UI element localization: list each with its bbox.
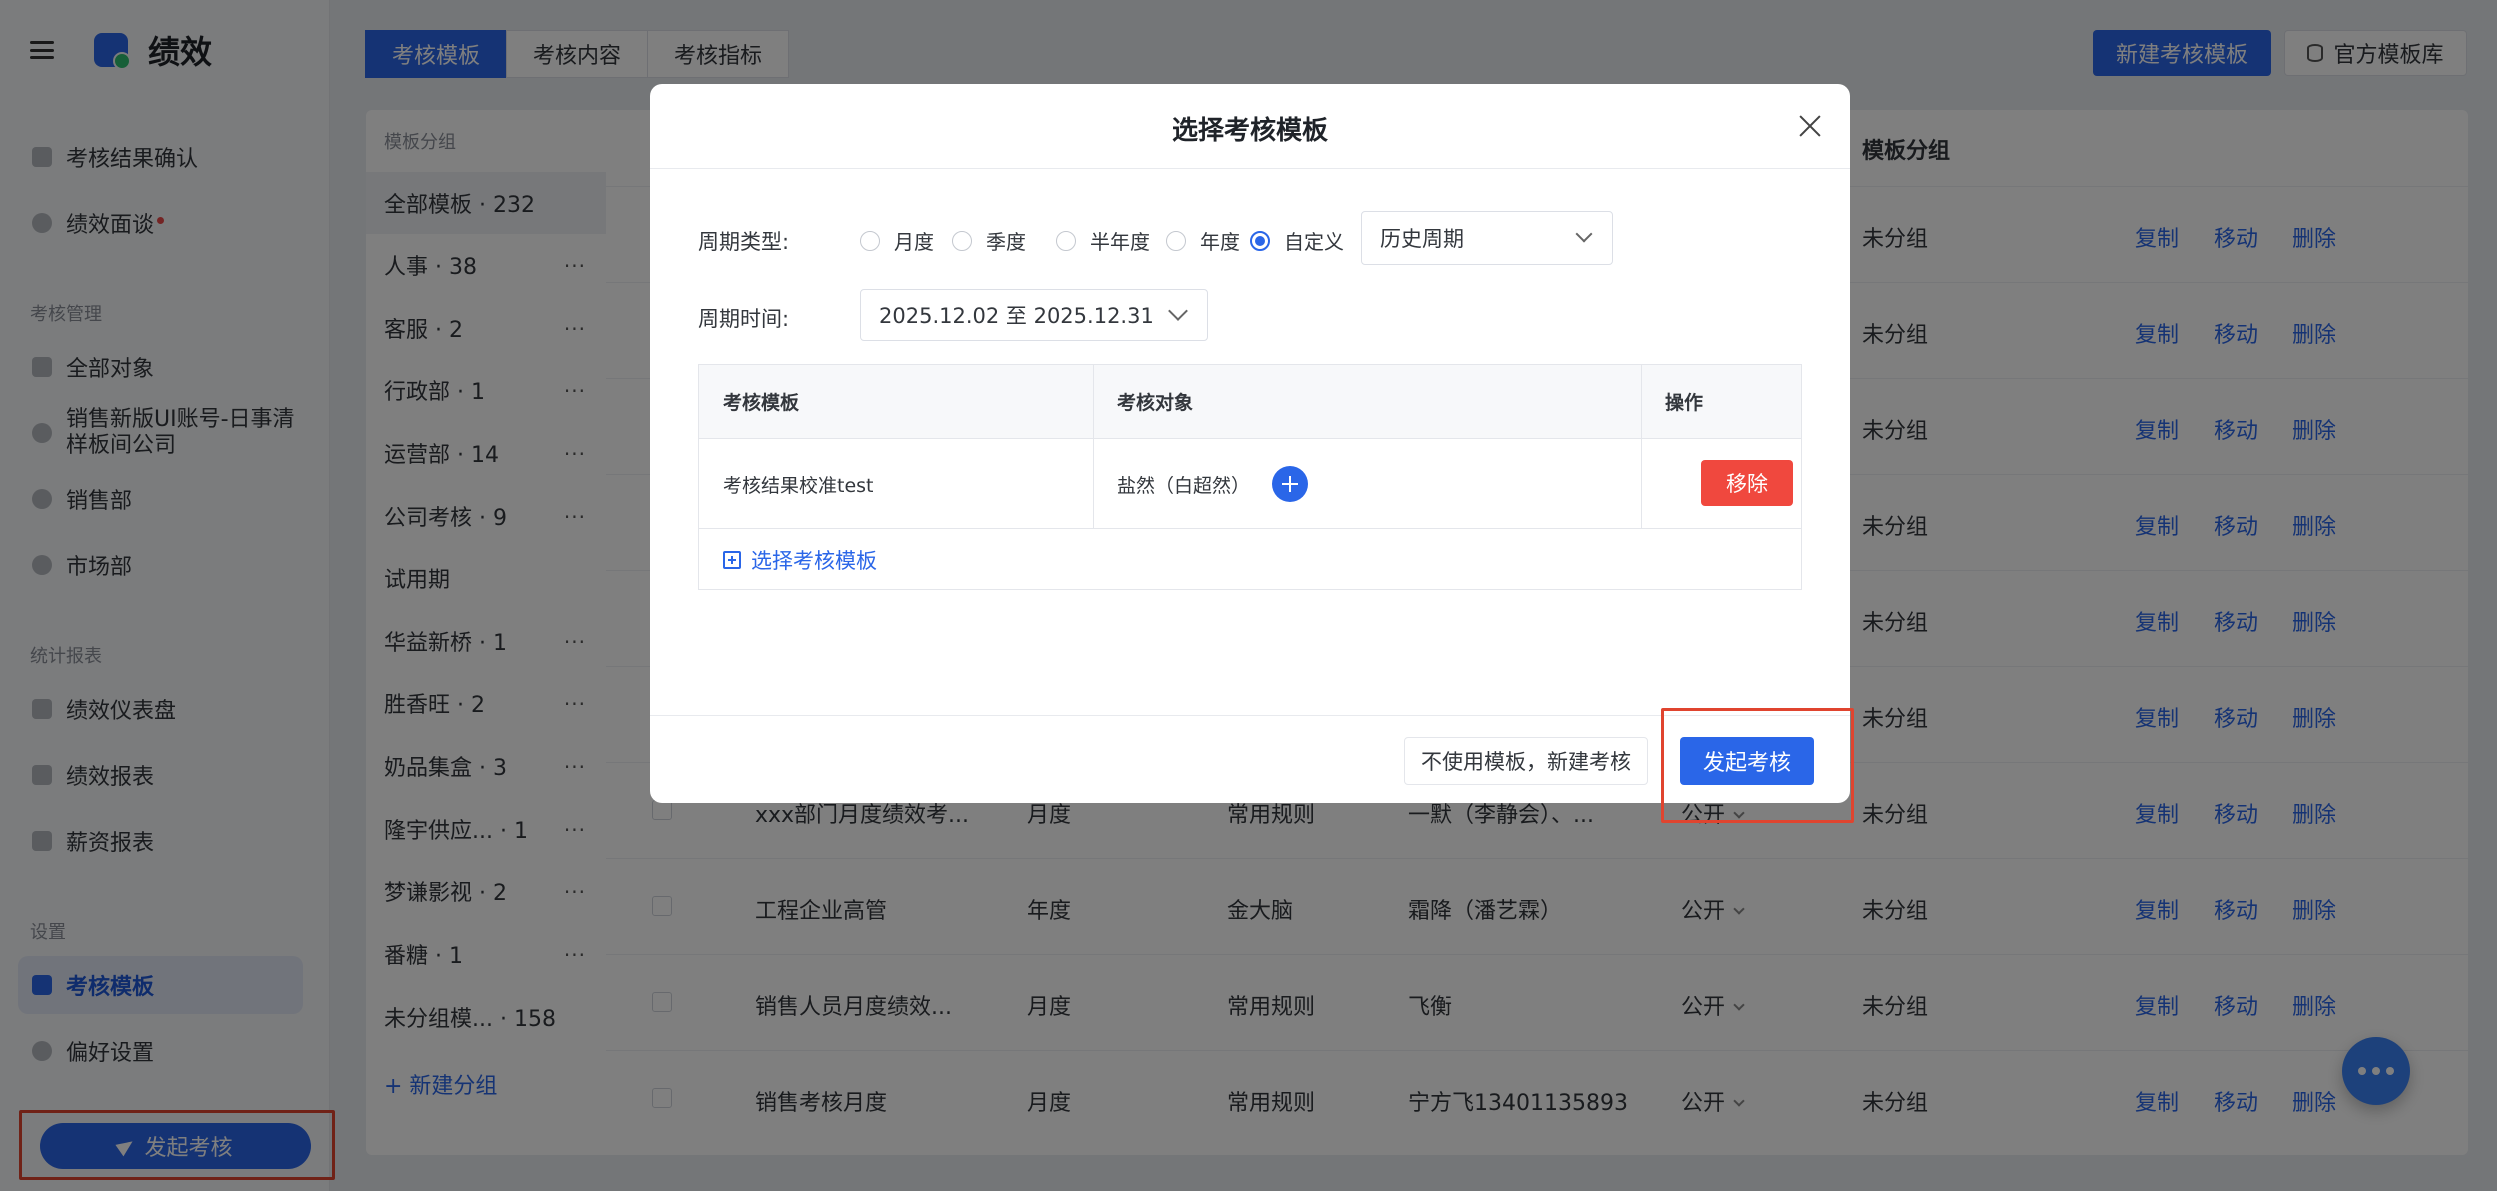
radio-circle-icon	[1056, 230, 1076, 251]
remove-button[interactable]: 移除	[1701, 460, 1793, 506]
history-cycle-select[interactable]: 历史周期	[1361, 211, 1613, 265]
radio-circle-icon	[1166, 230, 1186, 251]
close-icon[interactable]	[1796, 112, 1824, 140]
cycle-time-picker[interactable]: 2025.12.02 至 2025.12.31	[860, 289, 1208, 341]
add-template-label: 选择考核模板	[751, 549, 877, 573]
no-template-button[interactable]: 不使用模板，新建考核	[1404, 737, 1648, 785]
radio-circle-icon	[952, 230, 972, 251]
column-divider	[1641, 365, 1642, 528]
row-target: 盐然（白超然）	[1093, 440, 1641, 528]
row-divider	[699, 528, 1801, 529]
template-selection-table: 考核模板 考核对象 操作 考核结果校准test 盐然（白超然） 移除 选择考核模…	[698, 364, 1802, 590]
cycle-option-radio[interactable]: 季度	[952, 226, 1026, 255]
plus-square-icon	[723, 551, 741, 569]
dialog-divider	[650, 168, 1850, 169]
radio-circle-icon	[860, 230, 880, 251]
cycle-time-label: 周期时间:	[698, 307, 790, 331]
chevron-down-icon	[1168, 301, 1188, 321]
cycle-option-radio[interactable]: 年度	[1166, 226, 1240, 255]
cycle-option-label: 月度	[894, 230, 934, 254]
column-header-action: 操作	[1641, 365, 1801, 439]
launch-review-button[interactable]: 发起考核	[1680, 737, 1814, 785]
select-template-dialog: 选择考核模板 周期类型: 月度 季度 半年度 年度 自定义 历史周期 周期时间: 202…	[650, 84, 1850, 803]
column-header-template: 考核模板	[699, 365, 1093, 439]
cycle-type-label: 周期类型:	[698, 230, 790, 254]
column-header-target: 考核对象	[1093, 365, 1641, 439]
history-cycle-value: 历史周期	[1380, 227, 1464, 251]
radio-circle-icon	[1250, 230, 1270, 251]
cycle-time-value: 2025.12.02 至 2025.12.31	[879, 304, 1154, 328]
target-name: 盐然（白超然）	[1117, 474, 1251, 497]
cycle-option-label: 半年度	[1090, 230, 1150, 254]
add-template-link[interactable]: 选择考核模板	[723, 545, 877, 575]
cycle-option-radio[interactable]: 月度	[860, 226, 934, 255]
add-target-icon[interactable]	[1272, 466, 1309, 502]
cycle-option-radio[interactable]: 半年度	[1056, 226, 1150, 255]
cycle-option-label: 自定义	[1284, 230, 1344, 254]
chevron-down-icon	[1575, 225, 1593, 243]
row-template-name: 考核结果校准test	[723, 474, 874, 497]
cycle-option-label: 年度	[1200, 230, 1240, 254]
cycle-option-radio[interactable]: 自定义	[1250, 226, 1344, 255]
cycle-option-label: 季度	[986, 230, 1026, 254]
dialog-title: 选择考核模板	[1171, 116, 1328, 146]
